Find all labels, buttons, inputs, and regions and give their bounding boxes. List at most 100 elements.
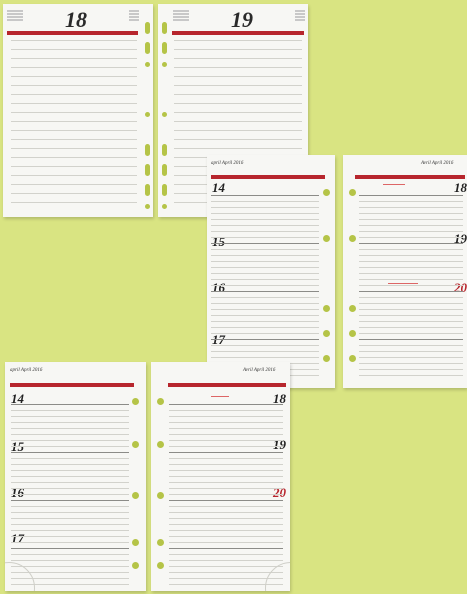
ruled-line — [211, 327, 319, 328]
ruled-line — [11, 139, 137, 140]
binder-hole — [162, 164, 167, 176]
weekly-page-right: Avril April 2016 18 19 20 — [151, 362, 290, 591]
ruled-line — [211, 255, 319, 256]
ruled-line — [11, 542, 129, 543]
ruled-line — [174, 112, 302, 113]
ruled-line — [169, 476, 283, 477]
ruled-line — [169, 458, 283, 459]
ruled-line — [11, 404, 129, 405]
ruled-line — [359, 321, 463, 322]
binder-hole — [349, 305, 356, 312]
weekly-page-right: Avril April 2016 18 19 20 — [343, 155, 467, 388]
ruled-line — [169, 548, 283, 549]
ruled-line — [211, 333, 319, 334]
ruled-line — [169, 518, 283, 519]
ruled-line — [359, 357, 463, 358]
day-number: 18 — [454, 180, 467, 195]
month-header: april April 2016 — [211, 161, 244, 166]
ruled-line — [174, 49, 302, 50]
ruled-line — [359, 291, 463, 292]
ruled-line — [174, 94, 302, 95]
ruled-line — [169, 416, 283, 417]
ruled-line — [11, 488, 129, 489]
weekly-page-left: april April 2016 14 15 16 17 — [207, 155, 335, 388]
ruled-line — [211, 357, 319, 358]
ruled-line — [359, 243, 463, 244]
ruled-line — [169, 524, 283, 525]
ruled-line — [169, 500, 283, 501]
ruled-line — [169, 422, 283, 423]
day-number: 17 — [11, 531, 24, 546]
ruled-line — [11, 130, 137, 131]
ruled-line — [169, 464, 283, 465]
ruled-line — [169, 494, 283, 495]
ruled-line — [211, 303, 319, 304]
ruled-line — [211, 291, 319, 292]
ruled-line — [169, 530, 283, 531]
ruled-line — [211, 279, 319, 280]
binder-hole — [145, 164, 150, 176]
binder-hole — [162, 184, 167, 196]
binder-hole — [162, 112, 167, 117]
binder-hole — [349, 330, 356, 337]
ruled-line — [211, 225, 319, 226]
binder-hole — [157, 562, 164, 569]
binder-hole — [145, 62, 150, 67]
binder-hole — [323, 330, 330, 337]
ruled-line — [174, 40, 302, 41]
ruled-line — [211, 201, 319, 202]
ruled-line — [359, 345, 463, 346]
ruled-line — [174, 67, 302, 68]
binder-hole — [132, 441, 139, 448]
ruled-line — [11, 76, 137, 77]
holiday-mark — [383, 184, 405, 185]
ruled-line — [211, 321, 319, 322]
ruled-line — [211, 261, 319, 262]
ruled-line — [359, 225, 463, 226]
ruled-line — [169, 536, 283, 537]
ruled-line — [211, 315, 319, 316]
ruled-line — [169, 554, 283, 555]
ruled-line — [211, 237, 319, 238]
ruled-line — [211, 351, 319, 352]
ruled-line — [11, 458, 129, 459]
ruled-line — [174, 85, 302, 86]
binder-hole — [349, 235, 356, 242]
ruled-line — [11, 554, 129, 555]
ruled-line — [359, 327, 463, 328]
date-bar — [7, 31, 138, 35]
ruled-line — [11, 482, 129, 483]
binder-hole — [157, 441, 164, 448]
ruled-line — [11, 40, 137, 41]
ruled-line — [169, 542, 283, 543]
ruled-line — [169, 446, 283, 447]
ruled-line — [359, 339, 463, 340]
date-bar — [172, 31, 304, 35]
ruled-line — [11, 494, 129, 495]
mini-calendar — [7, 10, 23, 22]
ruled-line — [359, 213, 463, 214]
ruled-line — [11, 49, 137, 50]
day-number: 18 — [65, 7, 87, 32]
ruled-line — [11, 560, 129, 561]
ruled-line — [359, 375, 463, 376]
ruled-line — [211, 231, 319, 232]
ruled-line — [11, 58, 137, 59]
ruled-line — [11, 428, 129, 429]
ruled-line — [11, 121, 137, 122]
ruled-line — [359, 273, 463, 274]
binder-hole — [162, 144, 167, 156]
ruled-line — [174, 58, 302, 59]
ruled-line — [11, 67, 137, 68]
mini-calendar — [295, 10, 305, 22]
ruled-line — [211, 213, 319, 214]
binder-hole — [145, 204, 150, 209]
ruled-line — [359, 369, 463, 370]
ruled-line — [359, 297, 463, 298]
ruled-line — [169, 566, 283, 567]
binder-hole — [132, 492, 139, 499]
ruled-line — [359, 207, 463, 208]
ruled-line — [174, 121, 302, 122]
ruled-line — [11, 452, 129, 453]
ruled-line — [359, 249, 463, 250]
